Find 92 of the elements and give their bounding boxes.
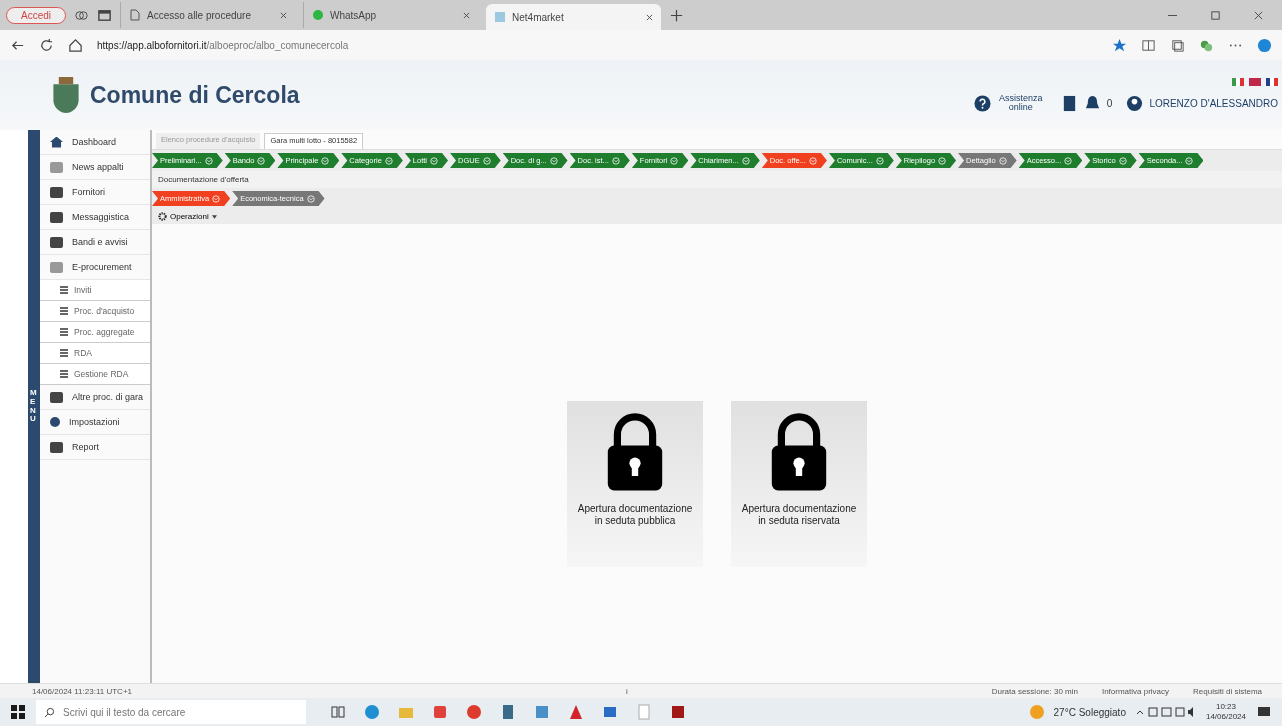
start-icon[interactable] <box>10 704 26 720</box>
sidebar-subitem[interactable]: Inviti <box>40 280 150 301</box>
reload-icon[interactable] <box>39 37 54 53</box>
chevron-circle-icon <box>212 194 221 203</box>
chevron-circle-icon <box>257 156 266 165</box>
restore-icon[interactable] <box>1210 9 1221 21</box>
session-duration: Durata sessione: 30 min <box>991 686 1078 696</box>
help-icon[interactable] <box>973 94 991 112</box>
sidebar-item[interactable]: Report <box>40 435 150 460</box>
weather-text[interactable]: 27°C Soleggiato <box>1053 706 1126 718</box>
browser-tab[interactable]: Accesso alle procedure <box>120 2 295 28</box>
chevron-circle-icon <box>998 156 1007 165</box>
browser-app-icon[interactable] <box>364 704 380 720</box>
requirements-link[interactable]: Requisiti di sistema <box>1193 686 1262 696</box>
open-documents-card[interactable]: Apertura documentazione in seduta riservata <box>731 400 867 567</box>
browser-tab[interactable]: WhatsApp <box>303 2 478 28</box>
chevron-circle-icon <box>204 156 213 165</box>
notification-count: 0 <box>1106 97 1113 109</box>
close-tab-icon[interactable] <box>646 13 653 21</box>
section-title: Documentazione d'offerta <box>152 171 1282 188</box>
page-icon <box>129 9 141 21</box>
site-title: Comune di Cercola <box>90 81 300 109</box>
chevron-circle-icon <box>808 156 817 165</box>
close-window-icon[interactable] <box>1253 9 1264 21</box>
collections-icon[interactable] <box>1170 37 1185 53</box>
sidebar-subitem[interactable]: Proc. d'acquisto <box>40 301 150 322</box>
list-icon <box>60 286 68 294</box>
sidebar-item[interactable]: Bandi e avvisi <box>40 230 150 255</box>
chevron-circle-icon <box>741 156 750 165</box>
copilot-icon[interactable] <box>1257 37 1272 53</box>
chevron-circle-icon <box>306 194 315 203</box>
chevron-circle-icon <box>482 156 491 165</box>
chevron-circle-icon <box>1185 156 1194 165</box>
pdf-app-icon[interactable] <box>568 704 584 720</box>
task-view-icon[interactable] <box>330 704 346 720</box>
sidebar-subitem[interactable]: Gestione RDA <box>40 364 150 385</box>
sidebar-item[interactable]: Messaggistica <box>40 205 150 230</box>
sidebar-item[interactable]: Dashboard <box>40 130 150 155</box>
close-tab-icon[interactable] <box>463 11 470 19</box>
list-icon <box>60 328 68 336</box>
chevron-circle-icon <box>549 156 558 165</box>
new-tab-icon[interactable] <box>669 7 684 23</box>
sidebar-item[interactable]: News appalti <box>40 155 150 180</box>
tab-actions-icon[interactable] <box>97 7 112 23</box>
operations-button[interactable]: Operazioni <box>158 212 217 221</box>
french-flag-icon[interactable] <box>1266 78 1278 86</box>
sidebar-subitem[interactable]: RDA <box>40 343 150 364</box>
browser-tab[interactable]: Net4market <box>486 4 661 30</box>
sidebar-item[interactable]: Fornitori <box>40 180 150 205</box>
sidebar-item[interactable]: Altre proc. di gara <box>40 385 150 410</box>
close-tab-icon[interactable] <box>280 11 287 19</box>
chevron-circle-icon <box>384 156 393 165</box>
search-icon <box>44 706 55 718</box>
caret-icon <box>211 214 217 219</box>
chevron-circle-icon <box>430 156 439 165</box>
italian-flag-icon[interactable] <box>1232 78 1244 86</box>
list-icon <box>60 370 68 378</box>
sidebar-item[interactable]: Impostazioni <box>40 410 150 435</box>
user-icon[interactable] <box>1126 94 1144 112</box>
chevron-circle-icon <box>611 156 620 165</box>
app-icon[interactable] <box>602 704 618 720</box>
chevron-circle-icon <box>938 156 947 165</box>
chat-icon <box>312 9 324 21</box>
app-icon[interactable] <box>432 704 448 720</box>
chevron-circle-icon <box>321 156 330 165</box>
chevron-circle-icon <box>670 156 679 165</box>
star-icon[interactable] <box>1112 37 1127 53</box>
split-screen-icon[interactable] <box>1141 37 1156 53</box>
tray-icons-icon[interactable] <box>1135 706 1196 718</box>
help-link[interactable]: Assistenza online <box>996 94 1045 112</box>
clock[interactable]: 10:23 14/06/2024 <box>1205 702 1246 722</box>
taskbar-search-box[interactable]: Scrivi qui il testo da cercare <box>36 700 306 724</box>
list-icon <box>60 307 68 315</box>
list-icon <box>60 349 68 357</box>
site-icon <box>494 11 506 23</box>
chevron-circle-icon <box>1118 156 1127 165</box>
info-mark: i <box>626 686 628 696</box>
profile-button[interactable]: Accedi <box>6 6 66 24</box>
open-documents-card[interactable]: Apertura documentazione in seduta pubblica <box>567 400 703 567</box>
app-icon[interactable] <box>670 704 686 720</box>
menu-strip[interactable]: MENU <box>28 130 40 683</box>
timestamp: 14/06/2024 11:23:11 UTC+1 <box>32 686 132 696</box>
app-icon[interactable] <box>534 704 550 720</box>
privacy-link[interactable]: Informativa privacy <box>1101 686 1170 696</box>
sidebar-subitem[interactable]: Proc. aggregate <box>40 322 150 343</box>
taskbar-search-field[interactable]: Scrivi qui il testo da cercare <box>61 701 306 723</box>
user-name[interactable]: LORENZO D'ALESSANDRO <box>1149 97 1278 109</box>
home-icon <box>50 136 63 148</box>
app-icon[interactable] <box>466 704 482 720</box>
chevron-circle-icon <box>875 156 884 165</box>
home-icon[interactable] <box>68 37 83 53</box>
chevron-circle-icon <box>1064 156 1073 165</box>
